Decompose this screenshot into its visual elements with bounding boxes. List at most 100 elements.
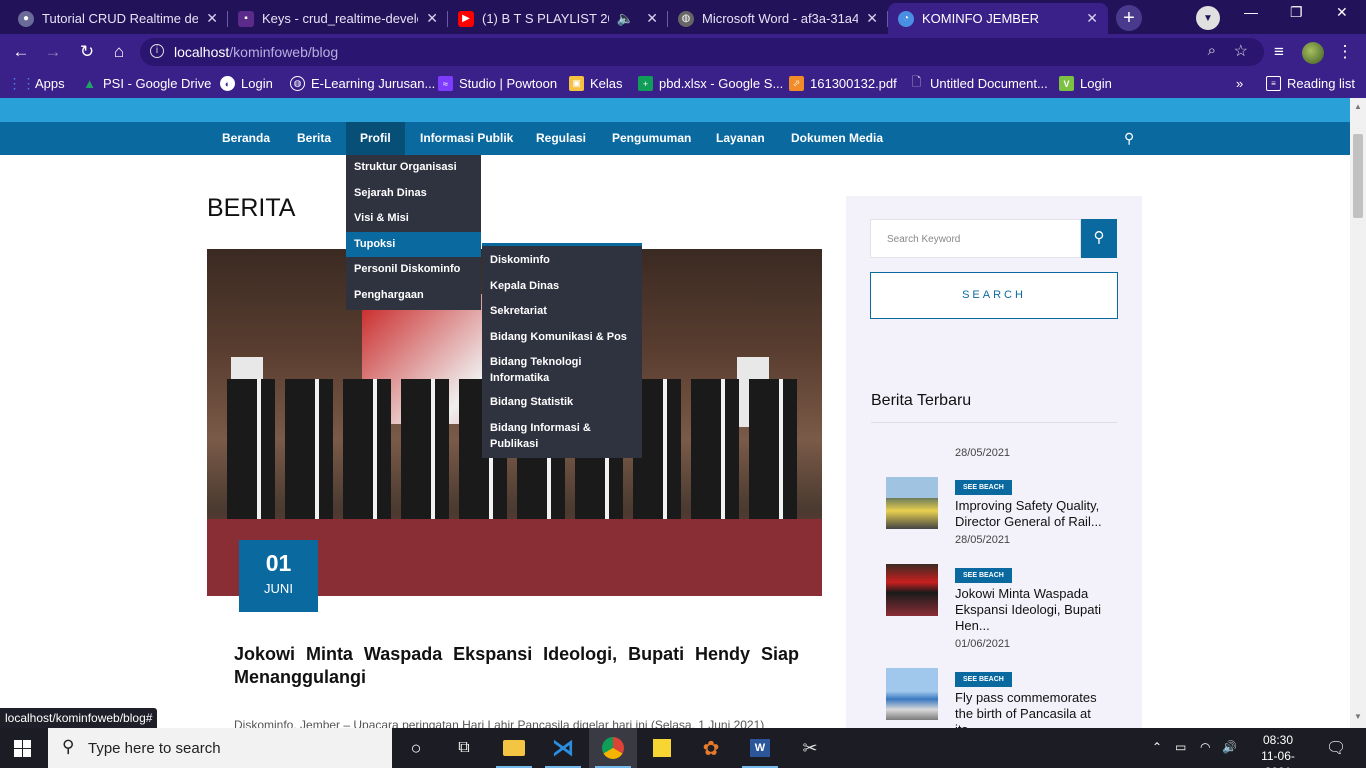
submenu-item-bidang-statistik[interactable]: Bidang Statistik <box>482 390 642 416</box>
bookmark-item[interactable]: ⬀ 161300132.pdf <box>789 76 897 91</box>
tray-chevron-icon[interactable]: ⌃ <box>1152 740 1162 754</box>
file-explorer-icon[interactable] <box>490 728 538 768</box>
recent-title[interactable]: Improving Safety Quality, Director Gener… <box>955 498 1115 530</box>
submenu-item-bidang-teknologi-informatika[interactable]: Bidang Teknologi Informatika <box>482 350 642 390</box>
nav-profil[interactable]: Profil <box>346 122 405 155</box>
apps-grid-icon: ⋮⋮ <box>7 75 36 91</box>
word-icon[interactable]: W <box>736 728 784 768</box>
scroll-up-icon[interactable]: ▲ <box>1354 102 1362 111</box>
close-tab-icon[interactable]: ✕ <box>206 10 218 27</box>
menu-item-penghargaan[interactable]: Penghargaan <box>346 283 481 309</box>
submenu-item-bidang-informasi-publikasi[interactable]: Bidang Informasi & Publikasi <box>482 416 642 456</box>
nav-beranda[interactable]: Beranda <box>222 122 270 155</box>
tab-search-icon[interactable]: ▼ <box>1196 6 1220 30</box>
menu-icon[interactable]: ⋮ <box>1334 42 1356 62</box>
submenu-item-bidang-komunikasi-pos[interactable]: Bidang Komunikasi & Pos <box>482 325 642 351</box>
restore-icon[interactable]: ❐ <box>1290 4 1303 21</box>
search-button[interactable]: SEARCH <box>870 272 1118 319</box>
browser-tab[interactable]: ▶ (1) B T S PLAYLIST 2021 ( 🔈 ✕ <box>448 3 668 34</box>
bookmark-item[interactable]: ◐ Login <box>220 76 273 91</box>
sticky-notes-icon[interactable] <box>638 728 686 768</box>
recent-thumbnail[interactable] <box>886 564 938 616</box>
nav-pengumuman[interactable]: Pengumuman <box>612 122 691 155</box>
task-view-icon[interactable]: ⧉ <box>440 728 488 768</box>
reading-list-button[interactable]: ≡ Reading list <box>1266 76 1355 91</box>
wifi-icon[interactable]: ◠ <box>1200 740 1210 754</box>
recent-thumbnail[interactable] <box>886 477 938 529</box>
address-bar[interactable]: i localhost/kominfoweb/blog ⌕ ☆ <box>140 38 1264 66</box>
nav-informasi-publik[interactable]: Informasi Publik <box>420 122 513 155</box>
nav-layanan[interactable]: Layanan <box>716 122 765 155</box>
browser-tab[interactable]: ◍ Microsoft Word - af3a-31a4- ✕ <box>668 3 888 34</box>
menu-item-visi-misi[interactable]: Visi & Misi <box>346 206 481 232</box>
bookmark-item[interactable]: ≈ Studio | Powtoon <box>438 76 557 91</box>
minimize-icon[interactable]: — <box>1244 4 1258 20</box>
back-icon[interactable]: ← <box>10 42 32 62</box>
url-text[interactable]: localhost/kominfoweb/blog <box>174 44 338 60</box>
recent-thumbnail[interactable] <box>886 668 938 720</box>
bookmark-star-icon[interactable]: ☆ <box>1234 41 1248 61</box>
scroll-down-icon[interactable]: ▼ <box>1354 712 1362 721</box>
taskbar-search-box[interactable]: ⚲ Type here to search <box>48 728 392 768</box>
submenu-item-diskominfo[interactable]: Diskominfo <box>482 248 642 274</box>
paint-app-icon[interactable]: ✿ <box>687 728 735 768</box>
site-info-icon[interactable]: i <box>150 44 164 58</box>
article-title[interactable]: Jokowi Minta Waspada Ekspansi Ideologi, … <box>234 643 799 689</box>
page-scrollbar[interactable]: ▲ ▼ <box>1350 98 1366 728</box>
volume-icon[interactable]: 🔊 <box>1222 740 1237 754</box>
tab-title: Microsoft Word - af3a-31a4- <box>702 11 859 26</box>
battery-icon[interactable]: ▭ <box>1175 740 1186 754</box>
menu-item-tupoksi[interactable]: Tupoksi <box>346 231 481 257</box>
nav-dokumen-media[interactable]: Dokumen Media <box>791 122 883 155</box>
close-tab-icon[interactable]: ✕ <box>1086 10 1098 27</box>
recent-tag[interactable]: SEE BEACH <box>955 672 1012 687</box>
bookmark-item[interactable]: ▣ Kelas <box>569 76 623 91</box>
bookmarks-overflow-button[interactable]: » <box>1236 76 1243 91</box>
close-tab-icon[interactable]: ✕ <box>866 10 878 27</box>
windows-start-icon[interactable] <box>14 740 31 757</box>
profile-avatar[interactable] <box>1302 42 1324 64</box>
reload-icon[interactable]: ↻ <box>76 42 98 62</box>
menu-item-sejarah-dinas[interactable]: Sejarah Dinas <box>346 181 481 207</box>
submenu-item-sekretariat[interactable]: Sekretariat <box>482 299 642 325</box>
recent-tag[interactable]: SEE BEACH <box>955 568 1012 583</box>
recent-title[interactable]: Jokowi Minta Waspada Ekspansi Ideologi, … <box>955 586 1115 634</box>
search-input[interactable]: Search Keyword <box>870 219 1081 258</box>
close-tab-icon[interactable]: ✕ <box>426 10 438 27</box>
browser-tab[interactable]: ▪ Keys - crud_realtime-develop ✕ <box>228 3 448 34</box>
bookmark-item[interactable]: ◍ E-Learning Jurusan... <box>290 76 435 91</box>
bookmarks-bar: ⋮⋮ Apps ▲ PSI - Google Drive ◐ Login ◍ E-Lea… <box>0 70 1366 98</box>
bookmark-item[interactable]: 🗋 Untitled Document... <box>909 75 1048 91</box>
bookmark-item[interactable]: V Login <box>1059 76 1112 91</box>
close-tab-icon[interactable]: ✕ <box>646 10 658 27</box>
nav-regulasi[interactable]: Regulasi <box>536 122 586 155</box>
notifications-icon[interactable]: 🗨 <box>1326 738 1346 758</box>
chrome-icon[interactable] <box>589 728 637 768</box>
new-tab-button[interactable]: + <box>1116 5 1142 31</box>
taskbar-clock[interactable]: 08:30 11-06-2021 <box>1248 732 1308 768</box>
search-submit-button[interactable]: ⚲ <box>1081 219 1117 258</box>
recent-tag[interactable]: SEE BEACH <box>955 480 1012 495</box>
media-control-icon[interactable]: ≡ <box>1268 42 1290 62</box>
home-icon[interactable]: ⌂ <box>108 42 130 62</box>
browser-tab[interactable]: ● Tutorial CRUD Realtime deng ✕ <box>8 3 228 34</box>
bookmark-item[interactable]: ▲ PSI - Google Drive <box>82 76 211 91</box>
scroll-thumb[interactable] <box>1353 134 1363 218</box>
nav-berita[interactable]: Berita <box>297 122 331 155</box>
bookmark-apps[interactable]: ⋮⋮ Apps <box>7 75 65 91</box>
speaker-icon[interactable]: 🔈 <box>617 10 634 27</box>
search-icon[interactable]: ⚲ <box>1124 130 1134 147</box>
menu-item-struktur-organisasi[interactable]: Struktur Organisasi <box>346 155 481 181</box>
window-close-icon[interactable]: ✕ <box>1336 4 1348 21</box>
tupoksi-submenu: Diskominfo Kepala Dinas Sekretariat Bida… <box>482 243 642 458</box>
submenu-item-kepala-dinas[interactable]: Kepala Dinas <box>482 274 642 300</box>
recent-title[interactable]: Fly pass commemorates the birth of Panca… <box>955 690 1115 728</box>
zoom-icon[interactable]: ⌕ <box>1208 42 1216 59</box>
forward-icon[interactable]: → <box>42 42 64 62</box>
cortana-icon[interactable]: ○ <box>392 728 440 768</box>
browser-tab-active[interactable]: ◔ KOMINFO JEMBER ✕ <box>888 3 1108 34</box>
menu-item-personil-diskominfo[interactable]: Personil Diskominfo <box>346 257 481 283</box>
vscode-icon[interactable]: ⋊ <box>539 728 587 768</box>
bookmark-item[interactable]: + pbd.xlsx - Google S... <box>638 76 783 91</box>
snipping-tool-icon[interactable]: ✂ <box>786 728 834 768</box>
